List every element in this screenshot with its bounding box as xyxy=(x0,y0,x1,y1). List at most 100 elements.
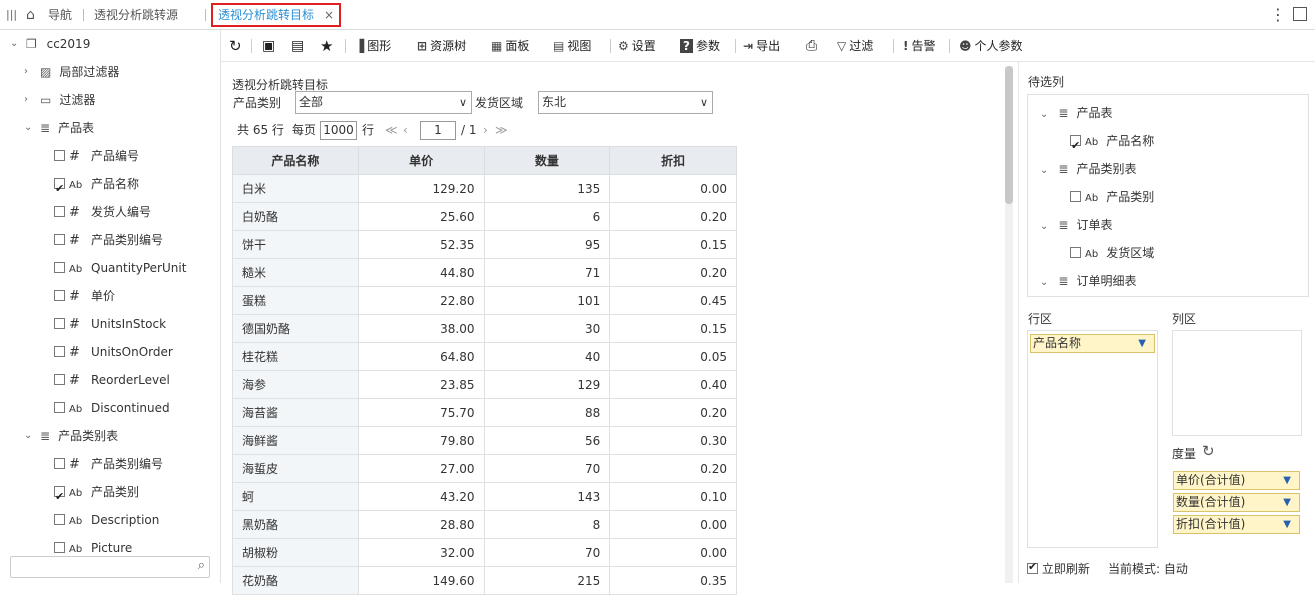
chevron-down-icon[interactable]: ⌄ xyxy=(24,422,34,450)
table-row[interactable]: 白米 129.20 135 0.00 xyxy=(232,174,737,203)
field-checkbox[interactable] xyxy=(54,346,65,357)
pending-table[interactable]: ⌄ ≣ 订单表 xyxy=(1040,211,1112,239)
table-row[interactable]: 糙米 44.80 71 0.20 xyxy=(232,258,737,287)
chevron-right-icon[interactable]: › xyxy=(24,86,34,114)
pending-field[interactable]: Ab 产品名称 xyxy=(1070,127,1154,160)
tree-field[interactable]: # 产品编号 xyxy=(54,142,139,170)
auto-refresh-toggle[interactable]: 立即刷新 xyxy=(1027,560,1090,577)
close-tab-icon[interactable]: × xyxy=(324,5,334,25)
pending-checkbox[interactable] xyxy=(1070,191,1081,202)
chevron-down-icon[interactable]: ⌄ xyxy=(1040,165,1048,176)
table-row[interactable]: 黑奶酪 28.80 8 0.00 xyxy=(232,510,737,539)
measure-zone[interactable]: 单价(合计值) ▼ 数量(合计值) ▼ 折扣(合计值) ▼ xyxy=(1172,466,1302,548)
field-checkbox[interactable] xyxy=(54,374,65,385)
row-zone[interactable]: 产品名称 ▼ xyxy=(1027,330,1158,548)
chevron-down-icon[interactable]: ⌄ xyxy=(1040,221,1048,232)
search-icon[interactable]: ⌕ xyxy=(198,558,205,573)
filter2-select[interactable]: 东北 ∨ xyxy=(538,91,713,114)
field-checkbox[interactable] xyxy=(54,262,65,273)
field-checkbox[interactable] xyxy=(54,458,65,469)
last-page-icon[interactable]: ≫ xyxy=(495,121,508,139)
source-tab[interactable]: 透视分析跳转源 xyxy=(94,0,178,30)
field-checkbox[interactable] xyxy=(54,318,65,329)
scrollbar-thumb[interactable] xyxy=(1005,66,1013,204)
column-header[interactable]: 单价 xyxy=(357,146,485,175)
table-row[interactable]: 德国奶酪 38.00 30 0.15 xyxy=(232,314,737,343)
save-as-icon[interactable]: ▤ xyxy=(291,30,304,62)
pending-checkbox[interactable] xyxy=(1070,247,1081,258)
home-icon[interactable]: ⌂ xyxy=(26,0,35,30)
pending-field[interactable]: Ab 发货区域 xyxy=(1070,239,1154,267)
menu-icon[interactable]: ||| xyxy=(6,0,17,30)
col-zone[interactable] xyxy=(1172,330,1302,436)
tree-field[interactable]: # 发货人编号 xyxy=(54,198,151,226)
tree-field[interactable]: # UnitsOnOrder xyxy=(54,338,173,366)
field-checkbox[interactable] xyxy=(54,234,65,245)
tree-search-input[interactable]: ⌕ xyxy=(10,556,210,578)
pending-table[interactable]: ⌄ ≣ 订单明细表 xyxy=(1040,267,1136,295)
per-page-input[interactable]: 1000 xyxy=(320,121,357,140)
field-checkbox[interactable] xyxy=(54,402,65,413)
resource-tree-button[interactable]: ⊞ 资源树 xyxy=(417,30,466,62)
refresh-icon[interactable]: ↻ xyxy=(229,30,242,62)
auto-refresh-checkbox[interactable] xyxy=(1027,560,1038,574)
caret-down-icon[interactable]: ▼ xyxy=(1283,516,1291,533)
chevron-down-icon[interactable]: ⌄ xyxy=(10,30,20,58)
column-header[interactable]: 折扣 xyxy=(609,146,737,175)
params-button[interactable]: ? 参数 xyxy=(680,30,720,62)
measure-pill[interactable]: 折扣(合计值) ▼ xyxy=(1173,515,1300,534)
page-input[interactable]: 1 xyxy=(420,121,456,140)
filter-button[interactable]: ▽ 过滤 xyxy=(837,30,873,62)
caret-down-icon[interactable]: ▼ xyxy=(1283,472,1291,489)
personal-params-button[interactable]: ☻ 个人参数 xyxy=(959,30,1023,62)
table-row[interactable]: 海蜇皮 27.00 70 0.20 xyxy=(232,454,737,483)
measure-pill[interactable]: 数量(合计值) ▼ xyxy=(1173,493,1300,512)
table-row[interactable]: 蛋糕 22.80 101 0.45 xyxy=(232,286,737,315)
table-row[interactable]: 饼干 52.35 95 0.15 xyxy=(232,230,737,259)
tree-root[interactable]: ⌄ ❐ cc2019 xyxy=(10,30,90,58)
caret-down-icon[interactable]: ▼ xyxy=(1283,494,1291,511)
view-button[interactable]: ▤ 视图 xyxy=(553,30,591,62)
tree-group[interactable]: › ▨ 局部过滤器 xyxy=(24,58,119,86)
chevron-down-icon[interactable]: ⌄ xyxy=(24,114,34,142)
field-checkbox[interactable] xyxy=(54,150,65,161)
tree-field[interactable]: Ab Discontinued xyxy=(54,394,170,422)
column-header[interactable]: 数量 xyxy=(483,146,611,175)
chevron-right-icon[interactable]: › xyxy=(24,58,34,86)
tree-field[interactable]: # ReorderLevel xyxy=(54,366,170,394)
export-button[interactable]: ⇥ 导出 xyxy=(743,30,780,62)
tree-field[interactable]: # 产品类别编号 xyxy=(54,450,163,478)
chevron-down-icon[interactable]: ⌄ xyxy=(1040,277,1048,288)
panel-button[interactable]: ▦ 面板 xyxy=(491,30,529,62)
settings-button[interactable]: ⚙ 设置 xyxy=(618,30,656,62)
maximize-icon[interactable] xyxy=(1293,7,1307,21)
table-row[interactable]: 白奶酪 25.60 6 0.20 xyxy=(232,202,737,231)
table-row[interactable]: 花奶酪 149.60 215 0.35 xyxy=(232,566,737,595)
tree-group[interactable]: ⌄ ≣ 产品表 xyxy=(24,114,94,142)
prev-page-icon[interactable]: ‹ xyxy=(403,121,408,139)
field-checkbox[interactable] xyxy=(54,206,65,217)
nav-tab[interactable]: 导航 xyxy=(48,0,72,30)
favorite-icon[interactable]: ★ xyxy=(320,30,333,62)
tree-field[interactable]: # 单价 xyxy=(54,282,115,310)
pending-table[interactable]: ⌄ ≣ 产品表 xyxy=(1040,99,1112,127)
vertical-scrollbar[interactable] xyxy=(1005,66,1013,583)
table-row[interactable]: 桂花糕 64.80 40 0.05 xyxy=(232,342,737,371)
chart-button[interactable]: ▐ 图形 xyxy=(355,30,391,62)
measure-pill[interactable]: 单价(合计值) ▼ xyxy=(1173,471,1300,490)
alert-button[interactable]: ! 告警 xyxy=(903,30,936,62)
tree-field[interactable]: Ab Description xyxy=(54,506,159,534)
tree-group[interactable]: ⌄ ≣ 产品类别表 xyxy=(24,422,118,450)
next-page-icon[interactable]: › xyxy=(483,121,488,139)
filter1-select[interactable]: 全部 ∨ xyxy=(295,91,472,114)
table-row[interactable]: 海参 23.85 129 0.40 xyxy=(232,370,737,399)
table-row[interactable]: 胡椒粉 32.00 70 0.00 xyxy=(232,538,737,567)
tree-field[interactable]: # UnitsInStock xyxy=(54,310,166,338)
tree-field[interactable]: Ab 产品类别 xyxy=(54,478,139,511)
pending-checkbox[interactable] xyxy=(1070,132,1081,160)
chevron-down-icon[interactable]: ⌄ xyxy=(1040,109,1048,120)
tree-field[interactable]: # 产品类别编号 xyxy=(54,226,163,254)
swap-icon[interactable]: ↻ xyxy=(1202,442,1215,460)
row-field-pill[interactable]: 产品名称 ▼ xyxy=(1030,334,1155,353)
tree-field[interactable]: Ab 产品名称 xyxy=(54,170,139,203)
